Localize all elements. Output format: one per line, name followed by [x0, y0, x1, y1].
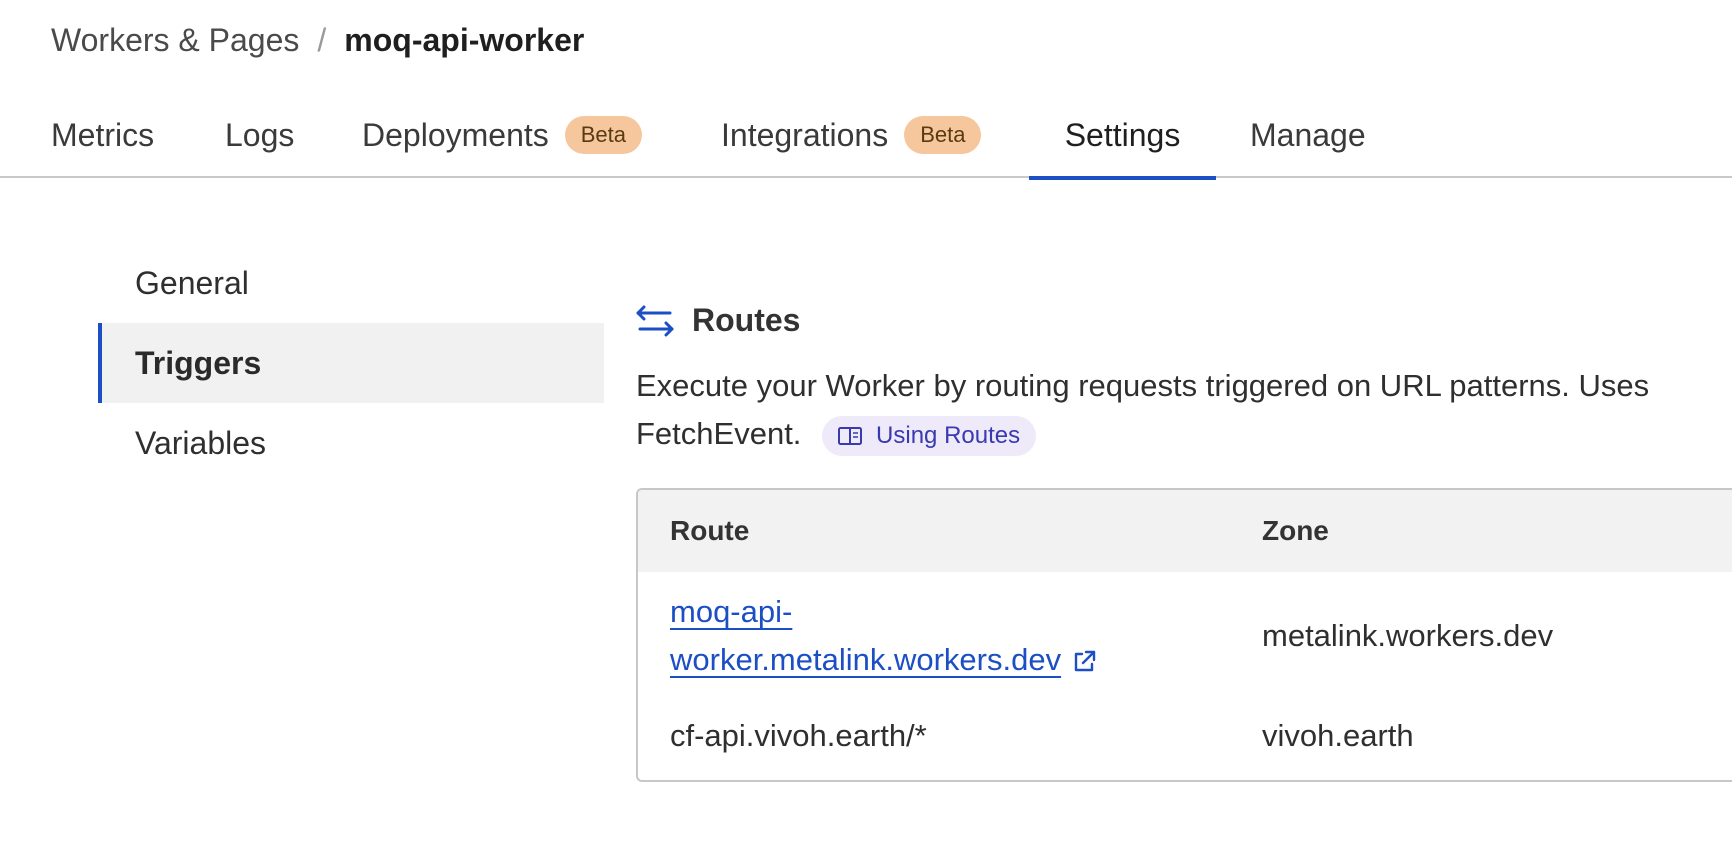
- tab-logs[interactable]: Logs: [225, 92, 294, 178]
- tab-settings[interactable]: Settings: [1029, 92, 1216, 180]
- breadcrumb-separator: /: [317, 22, 327, 58]
- tab-label: Logs: [225, 116, 295, 153]
- route-cell: cf-api.vivoh.earth/*: [670, 718, 927, 753]
- route-link-line: moq-api-: [670, 594, 793, 629]
- tab-label: Deployments: [362, 116, 549, 153]
- sidenav-item-label: Triggers: [135, 344, 262, 381]
- sidenav-item-general[interactable]: General: [98, 243, 604, 323]
- tab-label: Settings: [1064, 116, 1181, 153]
- tab-deployments[interactable]: Deployments Beta: [362, 92, 643, 178]
- book-icon: [838, 426, 863, 445]
- route-cell: moq-api- worker.metalink.workers.dev: [670, 588, 1097, 684]
- breadcrumb-parent-link[interactable]: Workers & Pages: [51, 20, 299, 60]
- column-header-route: Route: [670, 515, 750, 546]
- tab-metrics[interactable]: Metrics: [51, 92, 154, 178]
- routes-description-block: Execute your Worker by routing requests …: [636, 362, 1732, 458]
- beta-badge: Beta: [564, 116, 643, 154]
- table-row: cf-api.vivoh.earth/* vivoh.earth: [638, 700, 1732, 780]
- tab-label: Metrics: [51, 116, 155, 153]
- table-row: moq-api- worker.metalink.workers.dev met…: [638, 572, 1732, 700]
- beta-badge: Beta: [904, 116, 982, 154]
- routes-section-header: Routes: [636, 302, 800, 339]
- section-title: Routes: [692, 302, 801, 338]
- route-link-line: worker.metalink.workers.dev: [670, 642, 1062, 677]
- page-title: moq-api-worker: [344, 22, 585, 58]
- active-tab-indicator: [1029, 176, 1216, 180]
- route-link[interactable]: moq-api- worker.metalink.workers.dev: [670, 588, 1097, 684]
- table-header: Route Zone: [638, 490, 1732, 572]
- sidenav-item-variables[interactable]: Variables: [98, 403, 604, 483]
- tab-bar: Metrics Logs Deployments Beta Integratio…: [0, 92, 1732, 180]
- arrows-swap-icon: [636, 305, 674, 336]
- external-link-icon: [1074, 650, 1096, 672]
- breadcrumb: Workers & Pages / moq-api-worker: [51, 20, 584, 60]
- tab-manage[interactable]: Manage: [1250, 92, 1366, 178]
- routes-table: Route Zone moq-api- worker.metalink.work…: [636, 488, 1732, 782]
- doc-link-label: Using Routes: [876, 421, 1021, 449]
- tab-label: Integrations: [721, 116, 889, 153]
- zone-cell: metalink.workers.dev: [1262, 618, 1554, 653]
- zone-cell: vivoh.earth: [1262, 718, 1414, 753]
- column-header-zone: Zone: [1262, 515, 1329, 546]
- worker-settings-page: Workers & Pages / moq-api-worker Metrics…: [0, 0, 1732, 864]
- sidenav-item-triggers[interactable]: Triggers: [98, 323, 604, 403]
- sidenav-item-label: Variables: [135, 424, 267, 461]
- routes-description: Execute your Worker by routing requests …: [636, 368, 1650, 451]
- tab-label: Manage: [1250, 116, 1366, 153]
- tab-integrations[interactable]: Integrations Beta: [721, 92, 982, 178]
- settings-sidenav: General Triggers Variables: [98, 243, 604, 483]
- sidenav-item-label: General: [135, 264, 249, 301]
- using-routes-doc-link[interactable]: Using Routes: [822, 415, 1037, 456]
